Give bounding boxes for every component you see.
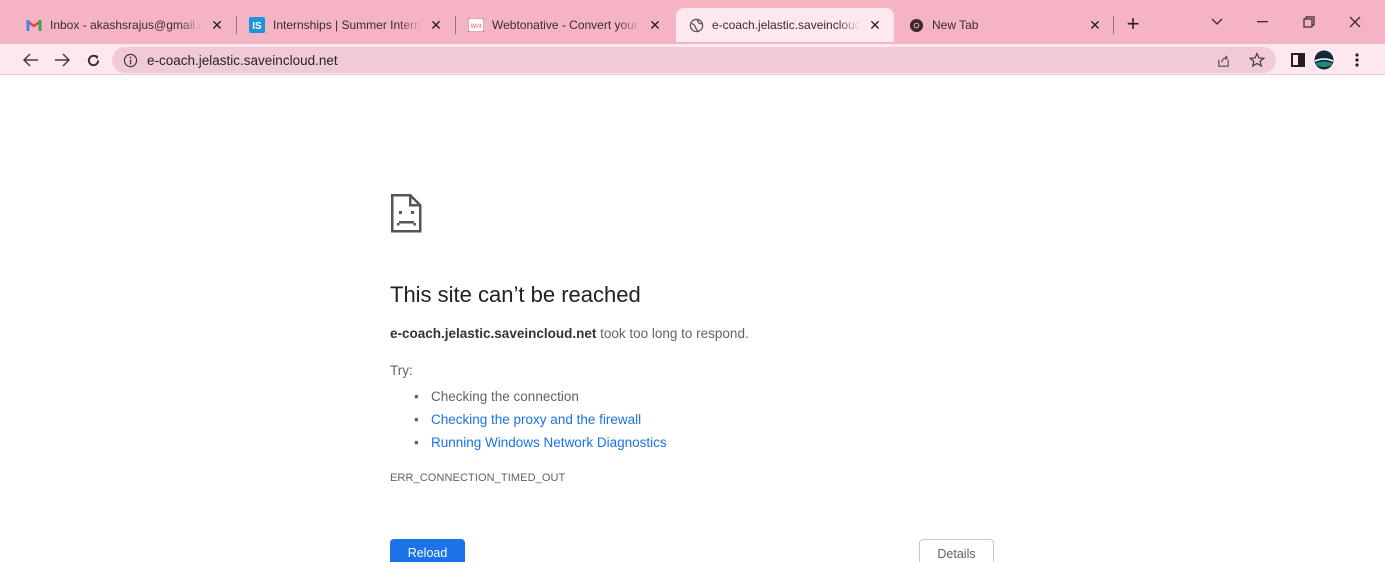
suggestion-network-diagnostics-link[interactable]: Running Windows Network Diagnostics [414,431,667,454]
tab-close-icon[interactable]: ✕ [208,16,226,34]
sad-page-icon [390,193,424,238]
error-summary-text: took too long to respond. [596,326,749,341]
suggestion-check-connection: Checking the connection [414,385,667,408]
tab-close-icon[interactable]: ✕ [646,16,664,34]
error-code: ERR_CONNECTION_TIMED_OUT [390,472,566,484]
tab-gmail-inbox[interactable]: Inbox - akashsrajus@gmail.com ✕ [14,8,236,42]
tab-title: Internships | Summer Internships [273,18,421,32]
site-info-icon[interactable] [122,52,138,68]
tab-separator [1113,16,1114,34]
reload-icon[interactable] [82,49,104,71]
chrome-icon [908,17,924,33]
tab-internships[interactable]: IS Internships | Summer Internships ✕ [237,8,455,42]
url-text: e-coach.jelastic.saveincloud.net [147,52,338,68]
details-button[interactable]: Details [919,539,994,562]
error-heading: This site can’t be reached [390,282,641,307]
tab-title: e-coach.jelastic.saveincloud.net [712,18,860,32]
reload-button[interactable]: Reload [390,539,465,562]
side-panel-icon[interactable] [1289,51,1307,69]
tab-strip: Inbox - akashsrajus@gmail.com ✕ IS Inter… [0,0,1385,44]
window-close-button[interactable] [1341,10,1369,34]
menu-dots-icon[interactable] [1348,51,1366,69]
tab-close-icon[interactable]: ✕ [1086,16,1104,34]
back-button[interactable] [20,49,42,71]
profile-avatar-icon[interactable] [1313,49,1335,71]
tab-close-icon[interactable]: ✕ [427,16,445,34]
error-summary: e-coach.jelastic.saveincloud.net took to… [390,326,749,341]
suggestions-list: Checking the connection Checking the pro… [414,385,667,454]
new-tab-button[interactable]: + [1121,11,1145,36]
suggestion-check-proxy-link[interactable]: Checking the proxy and the firewall [414,408,667,431]
globe-icon [688,17,704,33]
webtonative-icon: Wnt [468,17,484,33]
tab-title: Webtonative - Convert your website [492,18,640,32]
internshala-icon: IS [249,17,265,33]
tab-e-coach-active[interactable]: e-coach.jelastic.saveincloud.net ✕ [676,8,894,42]
share-icon[interactable] [1214,51,1232,69]
error-host: e-coach.jelastic.saveincloud.net [390,326,597,341]
restore-button[interactable] [1295,10,1323,34]
tab-search-chevron-icon[interactable] [1203,10,1231,34]
tab-close-icon[interactable]: ✕ [866,16,884,34]
address-bar[interactable]: e-coach.jelastic.saveincloud.net [112,47,1276,73]
try-label: Try: [390,363,413,378]
bookmark-star-icon[interactable] [1248,51,1266,69]
minimize-button[interactable] [1249,10,1277,34]
svg-text:Wnt: Wnt [471,24,482,30]
tab-title: Inbox - akashsrajus@gmail.com [50,18,202,32]
gmail-icon [26,17,42,33]
forward-button[interactable] [51,49,73,71]
tab-webtonative[interactable]: Wnt Webtonative - Convert your website ✕ [456,8,674,42]
browser-toolbar: e-coach.jelastic.saveincloud.net [0,44,1385,75]
tab-title: New Tab [932,18,979,32]
svg-text:IS: IS [252,21,262,32]
tab-new-tab[interactable]: New Tab ✕ [896,8,1114,42]
